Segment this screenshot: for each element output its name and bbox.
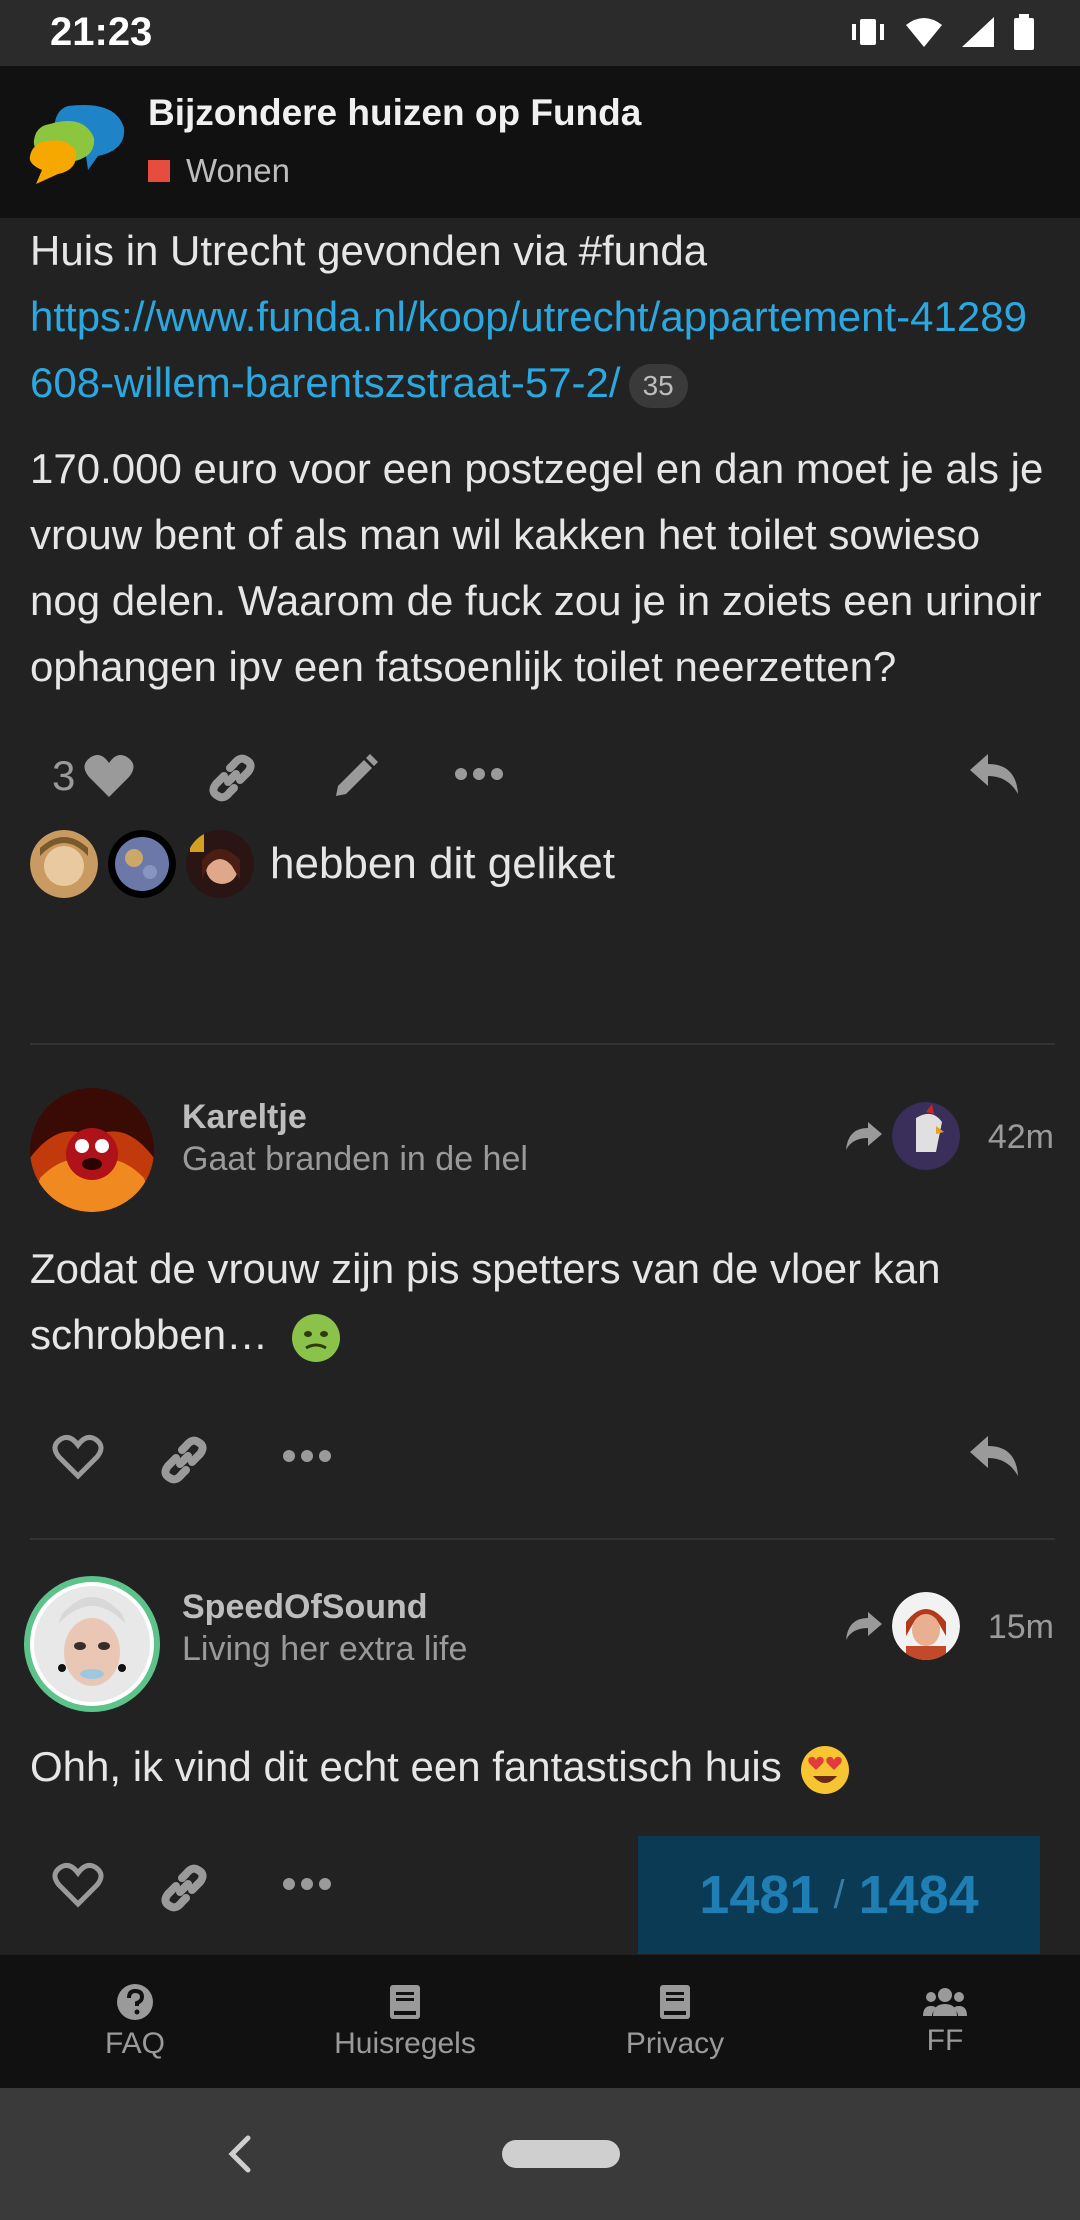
topic-title[interactable]: Bijzondere huizen op Funda xyxy=(148,92,641,134)
liker-avatar-2[interactable] xyxy=(108,830,176,898)
signal-icon xyxy=(962,17,994,47)
reply-arrow-icon xyxy=(846,1612,882,1640)
more-button[interactable] xyxy=(282,1448,332,1464)
footer-item-faq[interactable]: FAQ xyxy=(0,1955,270,2088)
wifi-icon xyxy=(906,18,942,47)
user-title: Living her extra life xyxy=(182,1630,468,1668)
heart-outline-icon xyxy=(52,1435,104,1480)
edit-button[interactable] xyxy=(330,752,380,802)
reply-to-avatar xyxy=(892,1102,960,1170)
post-age[interactable]: 42m xyxy=(988,1118,1054,1157)
link-icon xyxy=(209,754,255,802)
footer-item-privacy[interactable]: Privacy xyxy=(540,1955,810,2088)
like-action[interactable]: 3 xyxy=(52,752,135,800)
nauseated-face-emoji xyxy=(291,1313,340,1362)
pencil-icon xyxy=(336,754,378,796)
post-body-2: Zodat de vrouw zijn pis spetters van de … xyxy=(0,1236,1080,1368)
post-body-3: Ohh, ik vind dit echt een fantastisch hu… xyxy=(0,1734,1080,1800)
system-nav-bar xyxy=(0,2088,1080,2220)
user-avatar-speedofsound[interactable] xyxy=(22,1574,162,1714)
ellipsis-icon xyxy=(283,1450,331,1462)
book-icon xyxy=(390,1984,420,2019)
likers-row: hebben dit geliket xyxy=(0,826,1080,906)
heart-outline-icon xyxy=(52,1863,104,1908)
footer-label: Huisregels xyxy=(334,2026,476,2060)
footer-item-huisregels[interactable]: Huisregels xyxy=(270,1955,540,2088)
ellipsis-icon xyxy=(283,1878,331,1890)
username[interactable]: Kareltje xyxy=(182,1098,307,1137)
post-actions-2 xyxy=(0,1418,1080,1508)
reply-to-indicator[interactable] xyxy=(844,1102,960,1170)
heart-filled-icon xyxy=(84,755,134,797)
user-title: Gaat branden in de hel xyxy=(182,1140,528,1178)
username[interactable]: SpeedOfSound xyxy=(182,1588,428,1627)
reply-to-indicator[interactable] xyxy=(844,1592,960,1660)
status-bar: 21:23 xyxy=(0,0,1080,66)
post-intro: Huis in Utrecht gevonden via #funda xyxy=(30,227,708,274)
user-avatar-kareltje[interactable] xyxy=(30,1088,154,1212)
ellipsis-icon xyxy=(455,768,503,780)
copy-link-button[interactable] xyxy=(158,1862,210,1914)
post-header-3: SpeedOfSound Living her extra life 15m xyxy=(0,1576,1080,1712)
back-icon[interactable] xyxy=(226,2134,256,2174)
copy-link-button[interactable] xyxy=(158,1434,210,1486)
footer-nav: FAQ Huisregels Privacy FF xyxy=(0,1955,1080,2088)
like-count: 3 xyxy=(52,752,76,799)
post-age[interactable]: 15m xyxy=(988,1608,1054,1647)
heart-eyes-emoji xyxy=(801,1745,850,1794)
link-click-count: 35 xyxy=(628,363,688,408)
more-button[interactable] xyxy=(282,1876,332,1892)
post-stream[interactable]: Huis in Utrecht gevonden via #funda http… xyxy=(0,218,1080,906)
reply-icon xyxy=(970,754,1018,794)
site-logo-icon[interactable] xyxy=(28,98,130,188)
likers-list: hebben dit geliket xyxy=(30,830,615,898)
reply-icon xyxy=(970,1436,1018,1476)
like-button[interactable] xyxy=(52,1434,104,1480)
link-icon xyxy=(161,1864,207,1912)
progress-total: 1484 xyxy=(858,1865,979,1925)
post-body-1: Huis in Utrecht gevonden via #funda http… xyxy=(0,218,1080,700)
reply-to-avatar xyxy=(892,1592,960,1660)
topic-header: Bijzondere huizen op Funda Wonen xyxy=(0,66,1080,218)
reply-arrow-icon xyxy=(846,1122,882,1150)
progress-separator: / xyxy=(833,1872,845,1917)
post-actions-3 xyxy=(0,1846,600,1936)
liker-avatar-3[interactable] xyxy=(186,830,254,898)
link-icon xyxy=(161,1436,207,1484)
category-badge[interactable]: Wonen xyxy=(148,152,290,190)
category-name: Wonen xyxy=(186,152,290,189)
users-icon xyxy=(923,1987,967,2016)
copy-link-button[interactable] xyxy=(206,752,258,804)
more-button[interactable] xyxy=(454,766,504,782)
reply-button[interactable] xyxy=(968,752,1020,796)
footer-label: FF xyxy=(926,2023,964,2057)
category-color-square xyxy=(148,160,170,182)
post-divider-2 xyxy=(30,1538,1055,1540)
question-icon xyxy=(117,1983,153,2020)
footer-label: Privacy xyxy=(625,2026,725,2060)
post-divider-1 xyxy=(30,1043,1055,1045)
reply-button[interactable] xyxy=(968,1434,1020,1478)
home-pill[interactable] xyxy=(502,2140,620,2168)
post-text: Ohh, ik vind dit echt een fantastisch hu… xyxy=(30,1743,782,1790)
post-text: Zodat de vrouw zijn pis spetters van de … xyxy=(30,1245,941,1358)
post-paragraph: 170.000 euro voor een postzegel en dan m… xyxy=(30,445,1044,690)
vibrate-icon xyxy=(852,19,884,45)
footer-label: FAQ xyxy=(104,2026,165,2060)
status-time: 21:23 xyxy=(50,10,153,54)
liked-by-text: hebben dit geliket xyxy=(270,839,615,888)
progress-current: 1481 xyxy=(699,1865,820,1925)
funda-link[interactable]: https://www.funda.nl/koop/utrecht/appart… xyxy=(30,293,1027,406)
battery-icon xyxy=(1014,14,1034,50)
footer-item-ff[interactable]: FF xyxy=(810,1955,1080,2088)
status-icons xyxy=(848,14,1036,50)
book-icon xyxy=(660,1984,690,2019)
topic-progress[interactable]: 1481 / 1484 xyxy=(638,1836,1040,1954)
post-header-2: Kareltje Gaat branden in de hel 42m xyxy=(0,1088,1080,1218)
liker-avatar-1[interactable] xyxy=(30,830,98,898)
post-actions-1: 3 xyxy=(0,736,1080,826)
like-button[interactable] xyxy=(52,1862,104,1908)
